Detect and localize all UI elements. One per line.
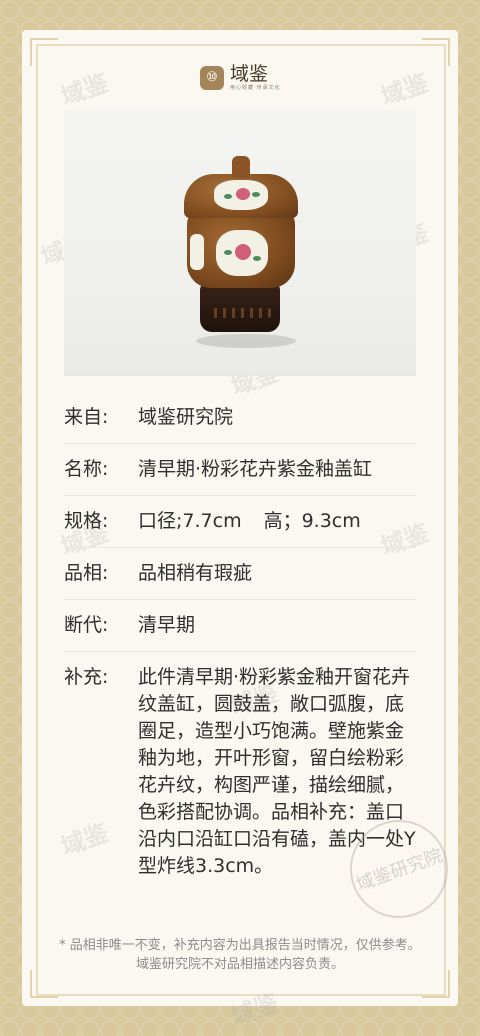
row-value: 清早期·粉彩花卉紫金釉盖缸 <box>138 458 373 480</box>
frame-corner <box>422 970 450 998</box>
row-condition: 品相: 品相稍有瑕疵 <box>64 548 416 600</box>
row-value: 清早期 <box>138 614 196 636</box>
row-label: 名称: <box>64 458 109 480</box>
logo-icon: ⑩ <box>200 65 224 90</box>
disclaimer-note: * 品相非唯一不变，补充内容为出具报告当时情况，仅供参考。域鉴研究院不对品相描述… <box>59 938 421 972</box>
brand-logo: ⑩ 域鉴 用心收藏 传承文化 <box>200 64 281 91</box>
frame-corner <box>30 970 58 998</box>
frame-corner <box>422 38 450 66</box>
row-value: 品相稍有瑕疵 <box>138 562 253 584</box>
height-value: 高；9.3cm <box>263 510 361 532</box>
row-label: 来自: <box>64 406 109 428</box>
row-from: 来自: 域鉴研究院 <box>64 392 416 444</box>
frame-corner <box>30 38 58 66</box>
info-list: 来自: 域鉴研究院 名称: 清早期·粉彩花卉紫金釉盖缸 规格: 口径;7.7cm… <box>64 392 416 892</box>
row-label: 断代: <box>64 614 109 636</box>
row-label: 补充: <box>64 666 109 688</box>
item-photo <box>64 110 416 376</box>
row-spec: 规格: 口径;7.7cm 高；9.3cm <box>64 496 416 548</box>
row-label: 规格: <box>64 510 109 532</box>
row-dating: 断代: 清早期 <box>64 600 416 652</box>
row-value: 口径;7.7cm 高；9.3cm <box>138 508 416 535</box>
brand-slogan: 用心收藏 传承文化 <box>230 85 281 91</box>
row-label: 品相: <box>64 562 109 584</box>
brand-name: 域鉴 <box>230 63 269 85</box>
diameter-value: 口径;7.7cm <box>138 510 242 532</box>
wooden-stand <box>200 282 280 332</box>
row-value: 域鉴研究院 <box>138 406 234 428</box>
row-name: 名称: 清早期·粉彩花卉紫金釉盖缸 <box>64 444 416 496</box>
